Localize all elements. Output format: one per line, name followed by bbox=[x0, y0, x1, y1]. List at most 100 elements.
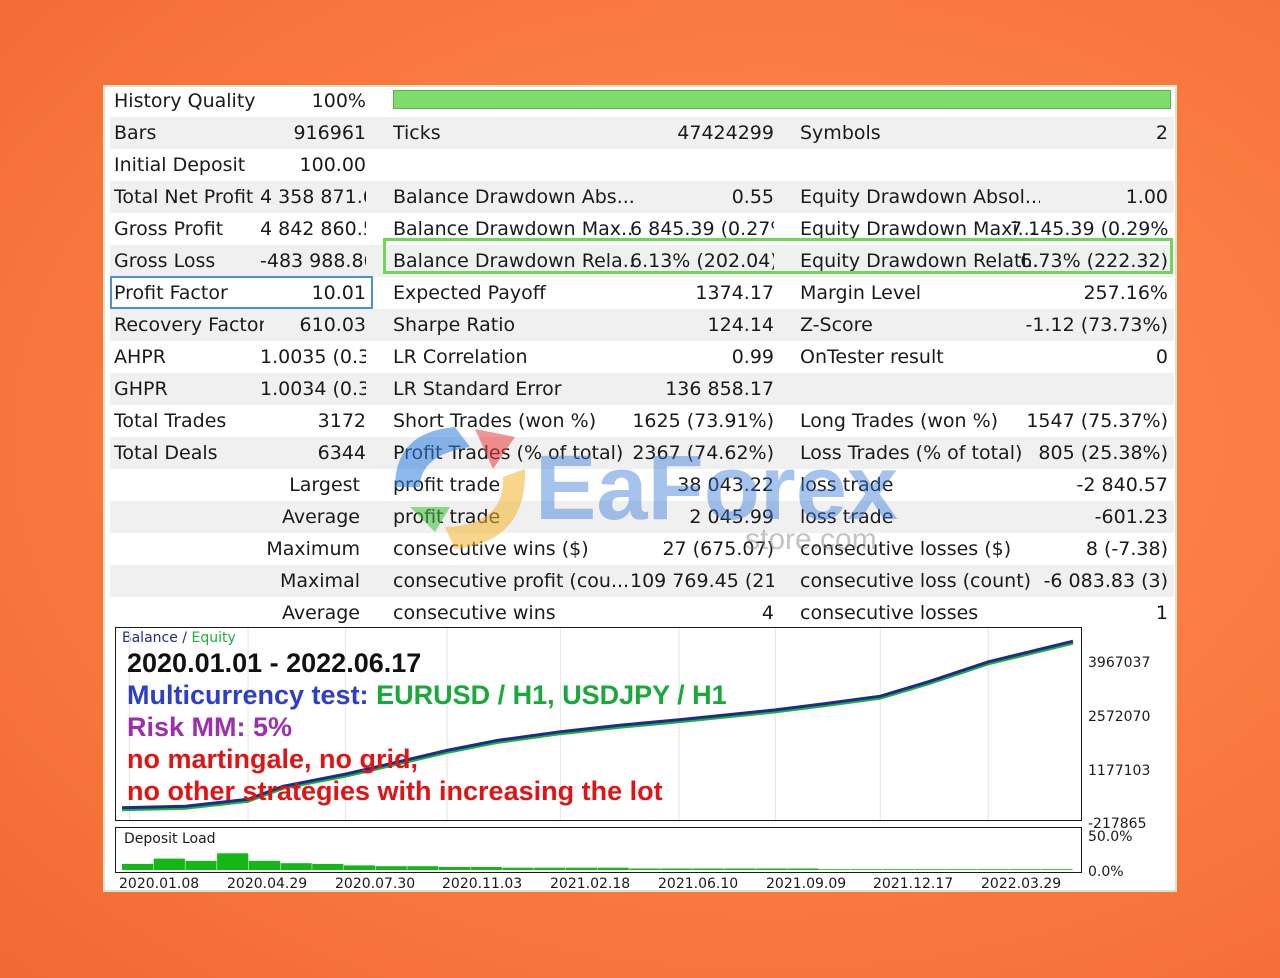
stats-value: 6.73% (222.32) bbox=[1020, 250, 1168, 272]
deposit-load-bar bbox=[851, 869, 883, 870]
stats-label: Sharpe Ratio bbox=[393, 314, 516, 336]
deposit-load-bar bbox=[660, 868, 693, 870]
deposit-load-bar bbox=[312, 863, 344, 870]
stats-label: LR Standard Error bbox=[393, 378, 562, 400]
stats-row: Recovery Factor 610.03 Sharpe Ratio 124.14 Z… bbox=[110, 309, 1174, 341]
stats-row: Maximal consecutive profit (cou... 109 769… bbox=[110, 565, 1174, 597]
stats-value: Average bbox=[281, 602, 360, 624]
stats-row: Average consecutive wins 4 consecutive loss… bbox=[110, 597, 1174, 629]
stats-value: 136 858.17 bbox=[665, 378, 774, 400]
stats-label: Equity Drawdown Absol... bbox=[800, 186, 1040, 208]
y-tick-label: 1177103 bbox=[1088, 763, 1151, 779]
stats-value: 7 145.39 (0.29%) bbox=[1010, 218, 1168, 240]
deposit-load-bar bbox=[787, 868, 819, 870]
stats-value bbox=[1010, 373, 1168, 405]
stats-value: 47424299 bbox=[677, 122, 774, 144]
stats-label: Profit Trades (% of total) bbox=[393, 442, 624, 464]
stats-value: 8 (-7.38) bbox=[1085, 538, 1168, 560]
stats-row: Average profit trade 2 045.99 loss trade -60… bbox=[110, 501, 1174, 533]
stats-value: 10.01 bbox=[311, 282, 366, 304]
stats-label: consecutive wins bbox=[393, 602, 556, 624]
stats-row: AHPR 1.0035 (0.35%) LR Correlation 0.99 OnTe… bbox=[110, 341, 1174, 373]
stats-value: 6344 bbox=[317, 442, 366, 464]
strategy-tester-report: Average consecutive wins 4 consecutive loss… bbox=[103, 85, 1177, 892]
load-y-label: 0.0% bbox=[1088, 864, 1124, 880]
deposit-load-bar bbox=[946, 869, 978, 870]
stats-label: Balance Drawdown Max... bbox=[393, 218, 633, 240]
stats-value: -2 840.57 bbox=[1076, 474, 1168, 496]
stats-value: 109 769.45 (21) bbox=[630, 570, 774, 592]
stats-label: profit trade bbox=[393, 506, 501, 528]
x-tick-label: 2021.12.17 bbox=[873, 876, 954, 892]
x-tick-label: 2021.09.09 bbox=[766, 876, 847, 892]
stats-value: Maximal bbox=[280, 570, 360, 592]
stats-value: 3172 bbox=[317, 410, 366, 432]
stats-value: 1 bbox=[1155, 602, 1168, 624]
deposit-load-chart: Deposit Load bbox=[115, 827, 1082, 873]
stats-value: 124.14 bbox=[707, 314, 774, 336]
history-quality-bar bbox=[393, 90, 1171, 109]
stats-label: Total Net Profit bbox=[114, 186, 254, 208]
deposit-load-bar bbox=[1009, 869, 1041, 870]
stats-label: LR Correlation bbox=[393, 346, 528, 368]
stats-label: GHPR bbox=[114, 378, 168, 400]
stats-value: 4 358 871.64 bbox=[260, 186, 366, 208]
deposit-load-bar bbox=[692, 868, 724, 870]
stats-value: 4 bbox=[761, 602, 774, 624]
stats-label: Symbols bbox=[800, 122, 881, 144]
stats-value: -601.23 bbox=[1094, 506, 1168, 528]
deposit-load-bar bbox=[882, 869, 914, 870]
load-y-label: 50.0% bbox=[1088, 829, 1133, 845]
risk-annotation: Risk MM: 5% bbox=[127, 712, 293, 742]
deposit-load-bar bbox=[217, 853, 249, 870]
stats-label: Profit Factor bbox=[114, 282, 228, 304]
multicurrency-label: Multicurrency test: bbox=[127, 680, 377, 710]
stats-value bbox=[630, 149, 774, 181]
deposit-load-bar bbox=[439, 867, 471, 870]
stats-row: Maximum consecutive wins ($) 27 (675.07) co… bbox=[110, 533, 1174, 565]
y-tick-label: 3967037 bbox=[1088, 655, 1151, 671]
stats-value: 2 bbox=[1155, 122, 1168, 144]
x-tick-label: 2022.03.29 bbox=[981, 876, 1062, 892]
stats-value: 916961 bbox=[293, 122, 366, 144]
stats-label: Short Trades (won %) bbox=[393, 410, 597, 432]
stats-row: Gross Profit 4 842 860.50 Balance Drawdown… bbox=[110, 213, 1174, 245]
x-tick-label: 2020.07.30 bbox=[335, 876, 416, 892]
stats-label: Balance Drawdown Abs... bbox=[393, 186, 633, 208]
stats-row: Gross Loss -483 988.86 Balance Drawdown Re… bbox=[110, 245, 1174, 277]
stats-label: loss trade bbox=[800, 474, 894, 496]
deposit-load-bar bbox=[1041, 869, 1073, 870]
stats-label: consecutive profit (cou... bbox=[393, 570, 630, 592]
deposit-load-bar bbox=[153, 858, 185, 870]
stats-value: 27 (675.07) bbox=[662, 538, 774, 560]
balance-equity-chart: Balance / Equity 2020.01.01 - 2022.06.17… bbox=[115, 627, 1082, 821]
deposit-load-bar bbox=[629, 868, 661, 870]
deposit-load-bar bbox=[280, 863, 312, 870]
stats-label: Recovery Factor bbox=[114, 314, 264, 336]
stats-value: 0.55 bbox=[731, 186, 774, 208]
stats-value: 38 043.22 bbox=[677, 474, 774, 496]
stats-value: 1.0034 (0.34%) bbox=[260, 378, 366, 400]
stats-value: 100.00 bbox=[299, 154, 366, 176]
stats-value: 1.00 bbox=[1125, 186, 1168, 208]
stats-value: 6 845.39 (0.27%) bbox=[630, 218, 774, 240]
stats-value: 1547 (75.37%) bbox=[1026, 410, 1168, 432]
deposit-load-bar bbox=[756, 868, 788, 870]
stats-row: Bars 916961 Ticks 47424299 Symbols 2 bbox=[110, 117, 1174, 149]
deposit-load-bar bbox=[122, 863, 154, 870]
stats-label: Gross Profit bbox=[114, 218, 224, 240]
stats-value bbox=[1010, 149, 1168, 181]
stats-label: Z-Score bbox=[800, 314, 873, 336]
stats-row: Profit Factor 10.01 Expected Payoff 1374.17… bbox=[110, 277, 1174, 309]
stats-label: Initial Deposit bbox=[114, 154, 246, 176]
deposit-load-bar bbox=[343, 865, 376, 870]
stats-row: Initial Deposit 100.00 bbox=[110, 149, 1174, 181]
stats-label: Total Deals bbox=[114, 442, 218, 464]
stats-label bbox=[800, 373, 1040, 405]
stats-label: Ticks bbox=[393, 122, 441, 144]
date-range-annotation: 2020.01.01 - 2022.06.17 bbox=[127, 648, 422, 678]
stats-value: Average bbox=[281, 506, 360, 528]
no-other-strategies-annotation: no other strategies with increasing the … bbox=[127, 776, 663, 806]
x-tick-label: 2020.01.08 bbox=[119, 876, 200, 892]
stats-label: Equity Drawdown Maxi... bbox=[800, 218, 1036, 240]
